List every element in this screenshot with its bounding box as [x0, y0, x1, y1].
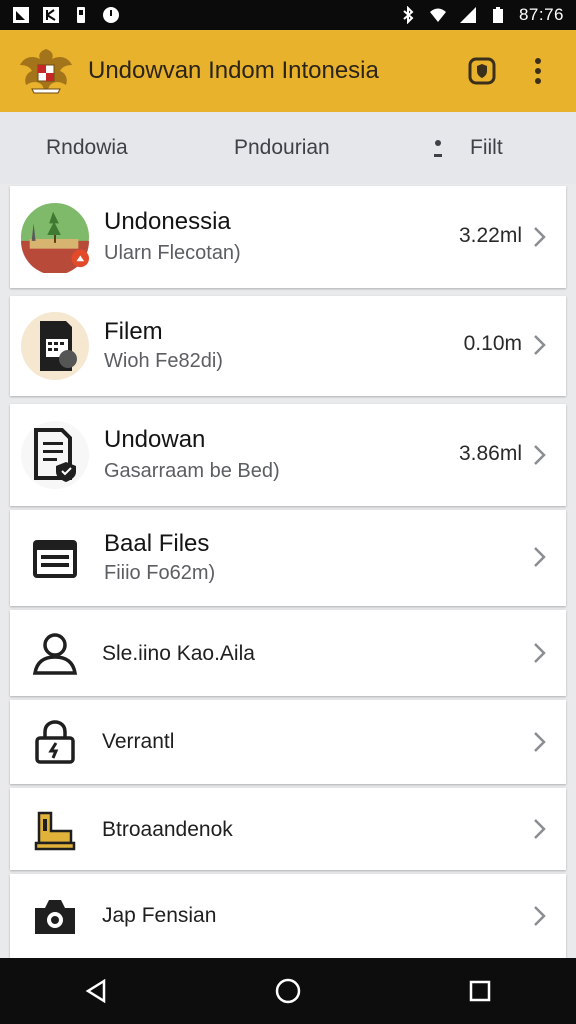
- navigation-bar: [0, 958, 576, 1024]
- home-icon: [275, 978, 301, 1004]
- item-title: Filem: [104, 318, 163, 345]
- user-icon: [20, 618, 90, 688]
- back-icon: [85, 978, 106, 1004]
- tab-1[interactable]: Rndowia: [46, 136, 128, 160]
- stamp-icon: [20, 794, 90, 864]
- chevron-right-icon: [534, 335, 546, 355]
- item-label: Btroaandenok: [102, 818, 233, 841]
- list-item[interactable]: Baal Files Fiiio Fo62m): [10, 510, 566, 606]
- list-item[interactable]: Undonessia Ularn Flecotan) 3.22ml: [10, 186, 566, 288]
- garuda-emblem-icon: [20, 49, 72, 94]
- item-label: Sle.iino Kao.Aila: [102, 642, 255, 665]
- tab-filter-label: Fiilt: [470, 136, 503, 159]
- status-left-icons: [12, 6, 120, 24]
- signal-icon: [459, 7, 476, 23]
- chevron-right-icon: [534, 819, 546, 839]
- shield-icon: [468, 57, 496, 85]
- list-item[interactable]: Filem Wioh Fe82di) 0.10m: [10, 296, 566, 396]
- item-subtitle: Fiiio Fo62m): [104, 562, 216, 584]
- battery-saver-icon: [77, 7, 85, 23]
- chevron-right-icon: [534, 547, 546, 567]
- chevron-right-icon: [534, 732, 546, 752]
- more-vert-icon: [535, 58, 541, 84]
- item-label: Verrantl: [102, 730, 175, 753]
- status-bar: 87:76: [0, 0, 576, 30]
- app-title: Undowvan Indom Intonesia: [88, 57, 379, 84]
- chevron-right-icon: [534, 906, 546, 926]
- media-icon: [43, 7, 59, 23]
- item-title: Undonessia: [104, 208, 231, 235]
- shield-button[interactable]: [462, 51, 502, 91]
- list-item[interactable]: Sle.iino Kao.Aila: [10, 610, 566, 696]
- item-size: 0.10m: [463, 332, 522, 355]
- chevron-right-icon: [534, 227, 546, 247]
- recents-button[interactable]: [460, 971, 500, 1011]
- camera-icon: [20, 881, 90, 951]
- item-size: 3.86ml: [458, 442, 522, 465]
- tab-filter[interactable]: Fiilt: [432, 136, 503, 160]
- list-item[interactable]: Undowan Gasarraam be Bed) 3.86ml: [10, 404, 566, 506]
- person-icon: [434, 140, 442, 157]
- folder-list-icon: [20, 523, 90, 593]
- notification-icon: [13, 7, 29, 23]
- item-subtitle: Wioh Fe82di): [104, 350, 223, 372]
- landscape-icon: [20, 202, 90, 273]
- item-subtitle: Gasarraam be Bed): [104, 460, 280, 482]
- chevron-right-icon: [534, 445, 546, 465]
- more-options-button[interactable]: [518, 51, 558, 91]
- item-title: Undowan: [104, 426, 206, 453]
- battery-icon: [492, 7, 503, 23]
- sd-card-icon: [20, 311, 90, 381]
- item-title: Baal Files: [104, 530, 210, 557]
- status-time: 87:76: [518, 5, 564, 24]
- chevron-right-icon: [534, 643, 546, 663]
- list-item[interactable]: Btroaandenok: [10, 788, 566, 870]
- list-item[interactable]: Verrantl: [10, 700, 566, 784]
- wifi-icon: [429, 8, 446, 22]
- tab-2[interactable]: Pndourian: [234, 136, 330, 160]
- item-subtitle: Ularn Flecotan): [104, 242, 241, 264]
- back-button[interactable]: [76, 971, 116, 1011]
- app-bar: Undowvan Indom Intonesia: [0, 30, 576, 112]
- recents-icon: [469, 980, 491, 1002]
- home-button[interactable]: [268, 971, 308, 1011]
- lock-icon: [20, 707, 90, 777]
- sync-icon: [103, 7, 119, 23]
- bluetooth-icon: [403, 6, 414, 24]
- item-size: 3.22ml: [458, 224, 522, 247]
- list-item[interactable]: Jap Fensian: [10, 874, 566, 958]
- item-label: Jap Fensian: [102, 904, 217, 927]
- status-right-icons: 87:76: [399, 5, 564, 25]
- document-shield-icon: [20, 420, 90, 490]
- tab-bar: Rndowia Pndourian Fiilt: [0, 112, 576, 184]
